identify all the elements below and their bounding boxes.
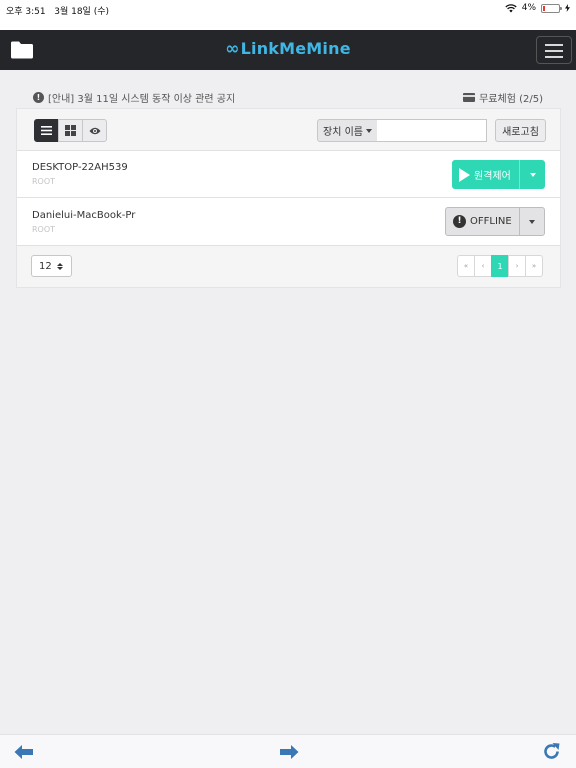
grid-view-button[interactable] (58, 119, 83, 142)
status-indicators: 4% (505, 3, 570, 13)
reload-icon[interactable] (542, 742, 561, 761)
prev-page-button[interactable]: ‹ (474, 255, 492, 277)
view-mode-group (34, 119, 107, 142)
device-name: Danielui-MacBook-Pr (32, 210, 136, 221)
select-arrows-icon (56, 262, 63, 270)
pagination: « ‹ 1 › » (457, 255, 543, 277)
search-filter-dropdown[interactable]: 장치 이름 (317, 119, 378, 142)
trial-link[interactable]: 무료체험 (2/5) (463, 90, 543, 105)
caret-down-icon (529, 219, 535, 224)
status-time: 오후 3:51 (6, 7, 46, 17)
next-page-button[interactable]: › (508, 255, 526, 277)
page-size-select[interactable]: 12 (31, 255, 72, 277)
notice-link[interactable]: ! [안내] 3월 11일 시스템 동작 이상 관련 공지 (33, 90, 235, 105)
device-row: DESKTOP-22AH539 ROOT 원격제어 (17, 151, 560, 198)
status-date: 3월 18일 (수) (54, 7, 109, 17)
device-group: ROOT (32, 177, 56, 186)
status-time-date: 오후 3:51 3월 18일 (수) (6, 4, 109, 17)
info-alert-icon: ! (33, 92, 44, 103)
notice-row: ! [안내] 3월 11일 시스템 동작 이상 관련 공지 무료체험 (2/5) (33, 90, 543, 105)
device-toolbar: 장치 이름 새로고침 (17, 109, 560, 151)
offline-main[interactable]: ! OFFLINE (446, 208, 519, 235)
remote-control-dropdown-toggle[interactable] (519, 160, 545, 189)
forward-arrow-icon[interactable] (279, 744, 299, 760)
wifi-icon (505, 3, 517, 12)
device-panel: 장치 이름 새로고침 DESKTOP-22AH539 ROOT 원격제어 Dan… (16, 108, 561, 288)
bottom-toolbar (0, 734, 576, 768)
refresh-button[interactable]: 새로고침 (495, 119, 546, 142)
grid-icon (65, 125, 76, 136)
search-input[interactable] (377, 119, 487, 142)
logo-infinity-icon: ∞ (225, 39, 240, 59)
remote-control-button: 원격제어 (452, 160, 545, 189)
menu-button[interactable] (536, 36, 572, 64)
charging-bolt-icon (565, 4, 570, 12)
list-view-button[interactable] (34, 119, 59, 142)
top-navbar: ∞LinkMeMine (0, 30, 576, 70)
offline-label: OFFLINE (470, 216, 512, 227)
credit-card-icon (463, 93, 476, 102)
logo-text: LinkMeMine (240, 39, 351, 58)
remote-control-label: 원격제어 (474, 171, 511, 182)
offline-button: ! OFFLINE (445, 207, 545, 236)
device-name: DESKTOP-22AH539 (32, 162, 128, 173)
notice-text: [안내] 3월 11일 시스템 동작 이상 관련 공지 (48, 94, 236, 105)
remote-control-main[interactable]: 원격제어 (452, 160, 519, 189)
play-icon (459, 167, 470, 182)
offline-dropdown-toggle[interactable] (519, 208, 544, 235)
eye-icon (89, 127, 100, 134)
page-size-value: 12 (39, 260, 52, 272)
caret-down-icon (365, 128, 372, 133)
hamburger-line (545, 56, 563, 58)
app-logo: ∞LinkMeMine (0, 39, 576, 59)
panel-footer: 12 « ‹ 1 › » (17, 246, 560, 287)
list-icon (41, 126, 52, 135)
battery-icon (541, 3, 562, 13)
alert-icon: ! (453, 215, 466, 228)
back-arrow-icon[interactable] (14, 744, 34, 760)
current-page-button[interactable]: 1 (491, 255, 509, 277)
hamburger-line (545, 50, 563, 52)
trial-text: 무료체험 (2/5) (479, 94, 543, 105)
device-row: Danielui-MacBook-Pr ROOT ! OFFLINE (17, 199, 560, 246)
last-page-button[interactable]: » (525, 255, 543, 277)
filter-label: 장치 이름 (323, 127, 363, 138)
caret-down-icon (529, 172, 536, 177)
preview-view-button[interactable] (82, 119, 107, 142)
hamburger-line (545, 44, 563, 46)
first-page-button[interactable]: « (457, 255, 475, 277)
status-bar: 오후 3:51 3월 18일 (수) 4% (0, 0, 576, 30)
device-group: ROOT (32, 225, 56, 234)
battery-percent: 4% (521, 3, 536, 13)
